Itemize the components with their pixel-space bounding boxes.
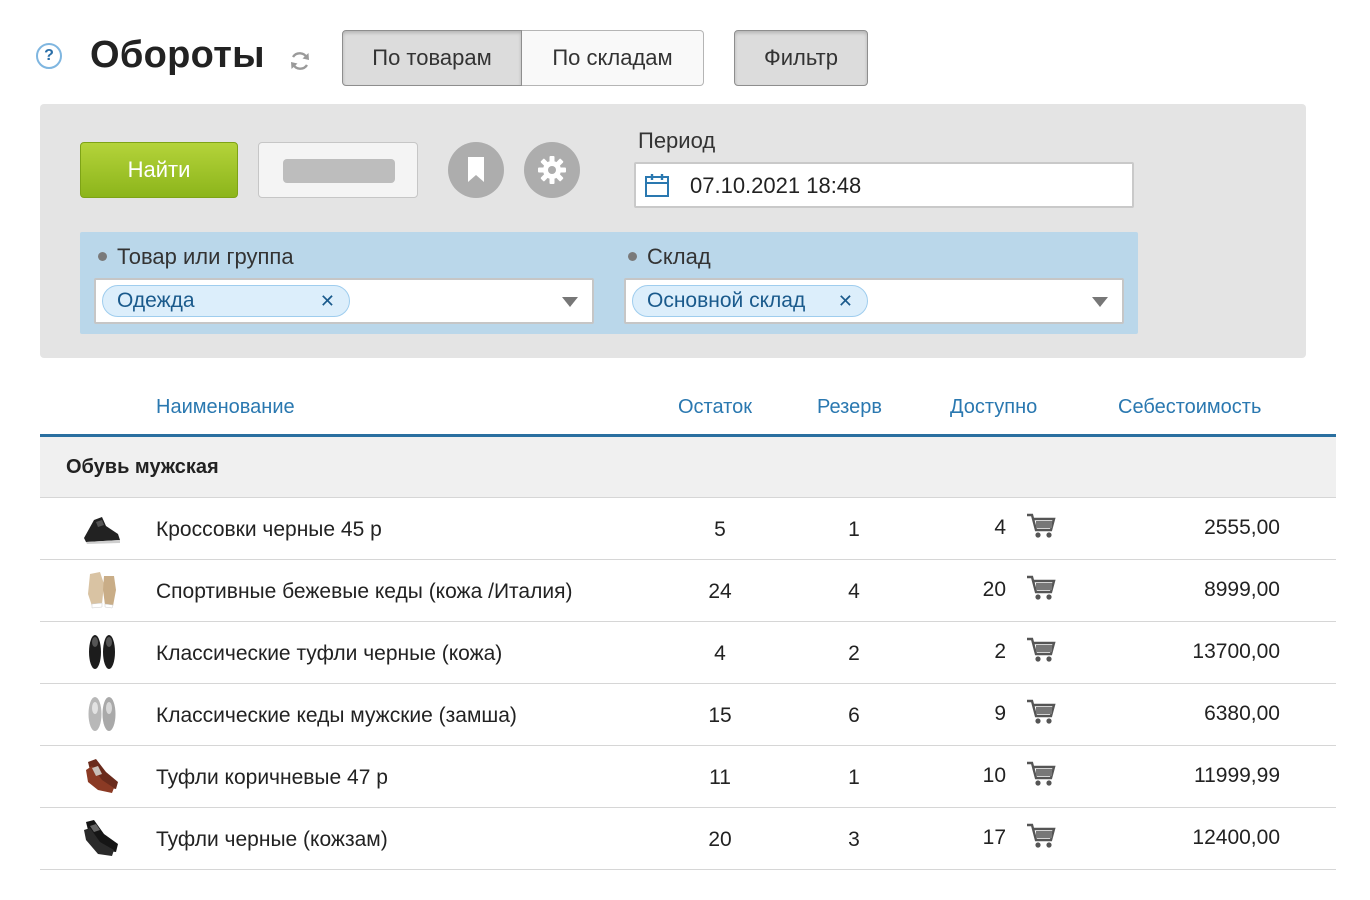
column-cost[interactable]: Себестоимость: [1118, 396, 1261, 419]
product-name[interactable]: Классические туфли черные (кожа): [156, 642, 502, 666]
period-field[interactable]: 07.10.2021 18:48: [634, 162, 1134, 208]
button-label-placeholder: [283, 159, 395, 183]
available-value: 9: [994, 702, 1006, 725]
table-row[interactable]: Классические туфли черные (кожа) 4 2 2 1…: [40, 622, 1336, 684]
close-icon[interactable]: ✕: [838, 291, 853, 312]
cost-value: 6380,00: [1204, 702, 1280, 725]
column-stock[interactable]: Остаток: [678, 396, 752, 419]
stock-value: 20: [708, 828, 732, 851]
bookmark-icon: [468, 157, 484, 182]
calendar-icon[interactable]: [644, 172, 670, 198]
store-chip-label: Основной склад: [647, 289, 806, 312]
store-select[interactable]: Основной склад ✕: [624, 278, 1124, 324]
product-name[interactable]: Туфли черные (кожзам): [156, 828, 388, 852]
store-chip: Основной склад ✕: [632, 285, 868, 317]
table-row[interactable]: Кроссовки черные 45 р 5 1 4 2555,00: [40, 498, 1336, 560]
period-label: Период: [638, 128, 716, 153]
table-row[interactable]: Туфли черные (кожзам) 20 3 17 12400,00: [40, 808, 1336, 870]
table-row[interactable]: Классические кеды мужские (замша) 15 6 9…: [40, 684, 1336, 746]
goods-label: Товар или группа: [98, 244, 294, 270]
cart-icon[interactable]: [1026, 512, 1056, 540]
cart-icon[interactable]: [1026, 822, 1056, 850]
cost-value: 11999,99: [1193, 764, 1280, 787]
product-name[interactable]: Спортивные бежевые кеды (кожа /Италия): [156, 580, 572, 604]
criteria-box: Товар или группа Одежда ✕ Склад Основной…: [80, 232, 1138, 334]
product-name[interactable]: Кроссовки черные 45 р: [156, 518, 382, 542]
filter-button[interactable]: Фильтр: [734, 30, 868, 86]
page-title: Обороты: [90, 34, 265, 76]
available-value: 17: [982, 826, 1006, 849]
available-value: 4: [994, 516, 1006, 539]
stock-value: 24: [708, 580, 732, 603]
reserve-value: 1: [848, 518, 860, 541]
reserve-value: 3: [848, 828, 860, 851]
column-available[interactable]: Доступно: [950, 396, 1037, 419]
settings-button[interactable]: [524, 142, 580, 198]
reset-button[interactable]: [258, 142, 418, 198]
close-icon[interactable]: ✕: [320, 291, 335, 312]
goods-chip: Одежда ✕: [102, 285, 350, 317]
cost-value: 13700,00: [1192, 640, 1280, 663]
bullet-icon: [628, 251, 637, 261]
product-thumbnail: [89, 635, 115, 669]
reserve-value: 4: [848, 580, 860, 603]
find-button[interactable]: Найти: [80, 142, 238, 198]
cart-icon[interactable]: [1026, 636, 1056, 664]
product-thumbnail: [86, 759, 118, 793]
table-header: Наименование Остаток Резерв Доступно Себ…: [40, 384, 1336, 437]
filter-panel: Найти Период 07.10.2021 18:48 Товар или …: [40, 104, 1306, 358]
stock-value: 11: [709, 766, 731, 789]
table-row[interactable]: Спортивные бежевые кеды (кожа /Италия) 2…: [40, 560, 1336, 622]
product-thumbnail: [88, 572, 116, 609]
product-thumbnail: [84, 517, 120, 544]
cart-icon[interactable]: [1026, 698, 1056, 726]
column-reserve[interactable]: Резерв: [817, 396, 882, 419]
chevron-down-icon[interactable]: [562, 297, 578, 307]
tab-by-goods[interactable]: По товарам: [342, 30, 522, 86]
tab-by-stores[interactable]: По складам: [522, 30, 704, 86]
group-row[interactable]: Обувь мужская: [40, 437, 1336, 498]
available-value: 2: [994, 640, 1006, 663]
stock-value: 4: [714, 642, 726, 665]
product-name[interactable]: Туфли коричневые 47 р: [156, 766, 388, 790]
cart-icon[interactable]: [1026, 574, 1056, 602]
product-thumbnail: [84, 820, 118, 856]
bookmark-button[interactable]: [448, 142, 504, 198]
period-value: 07.10.2021 18:48: [690, 173, 862, 198]
column-name[interactable]: Наименование: [156, 396, 295, 419]
product-name[interactable]: Классические кеды мужские (замша): [156, 704, 517, 728]
view-tabs: По товарам По складам: [342, 30, 704, 86]
refresh-icon[interactable]: [288, 49, 312, 73]
cart-icon[interactable]: [1026, 760, 1056, 788]
available-value: 20: [982, 578, 1006, 601]
bullet-icon: [98, 251, 107, 261]
help-icon[interactable]: ?: [36, 43, 62, 69]
cost-value: 12400,00: [1192, 826, 1280, 849]
goods-select[interactable]: Одежда ✕: [94, 278, 594, 324]
goods-chip-label: Одежда: [117, 289, 195, 312]
stock-value: 15: [708, 704, 732, 727]
reserve-value: 1: [848, 766, 860, 789]
table-row[interactable]: Туфли коричневые 47 р 11 1 10 11999,99: [40, 746, 1336, 808]
table-body: Кроссовки черные 45 р 5 1 4 2555,00 Спор…: [40, 498, 1336, 870]
gear-icon: [538, 156, 566, 184]
reserve-value: 6: [848, 704, 860, 727]
available-value: 10: [982, 764, 1006, 787]
store-label: Склад: [628, 244, 711, 270]
reserve-value: 2: [848, 642, 860, 665]
product-thumbnail: [88, 697, 116, 731]
cost-value: 8999,00: [1204, 578, 1280, 601]
cost-value: 2555,00: [1204, 516, 1280, 539]
chevron-down-icon[interactable]: [1092, 297, 1108, 307]
group-title: Обувь мужская: [66, 456, 219, 478]
stock-value: 5: [714, 518, 726, 541]
